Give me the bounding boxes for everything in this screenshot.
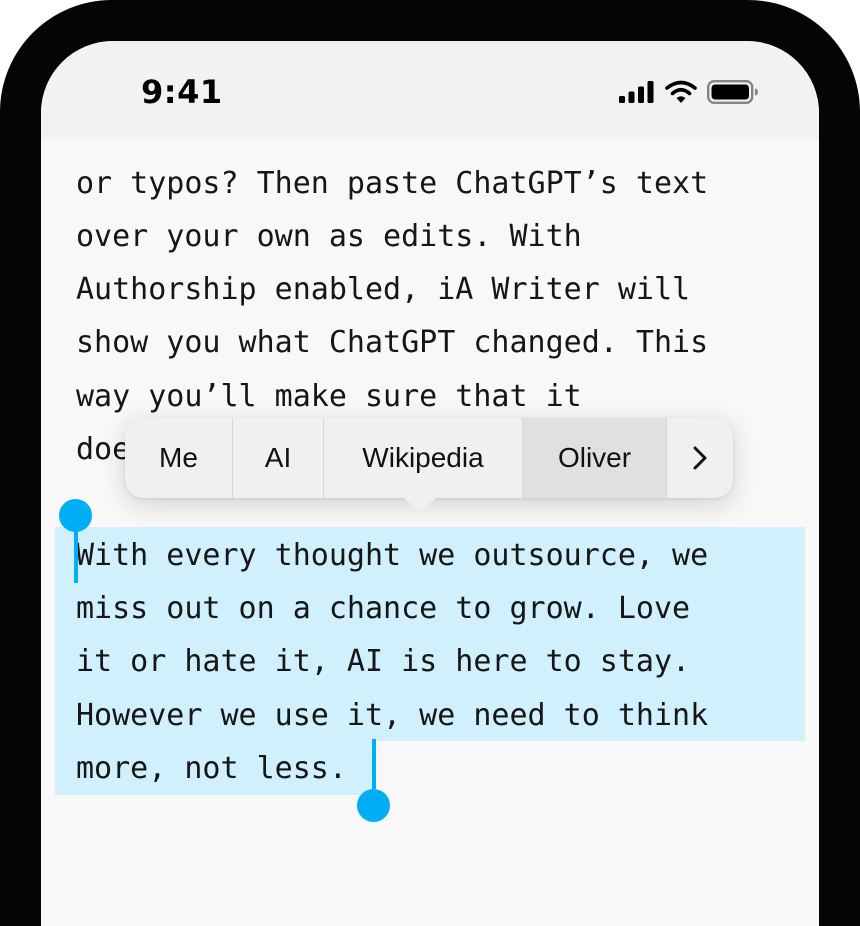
- menu-item-wikipedia[interactable]: Wikipedia: [324, 418, 523, 498]
- menu-item-me[interactable]: Me: [125, 418, 233, 498]
- selection-end-handle[interactable]: [357, 789, 390, 822]
- text-line: way you’ll make sure that it: [76, 379, 582, 414]
- selected-text-line: However we use it, we need to think: [76, 698, 709, 733]
- chevron-right-icon: [693, 446, 707, 470]
- battery-icon: [707, 80, 758, 104]
- status-icons: [619, 79, 759, 105]
- selection-end-caret: [372, 739, 376, 789]
- selected-text-line: miss out on a chance to grow. Love: [76, 591, 691, 626]
- text-line: or typos? Then paste ChatGPT’s text: [76, 166, 709, 201]
- wifi-icon: [665, 80, 697, 103]
- text-line: show you what ChatGPT changed. This: [76, 325, 709, 360]
- phone-screen: or typos? Then paste ChatGPT’s text over…: [41, 41, 819, 926]
- text-line: over your own as edits. With: [76, 219, 582, 254]
- selected-text-line: more, not less.: [76, 751, 347, 786]
- selection-start-handle[interactable]: [59, 499, 92, 532]
- text-line: Authorship enabled, iA Writer will: [76, 272, 691, 307]
- menu-item-ai[interactable]: AI: [233, 418, 324, 498]
- cellular-signal-icon: [619, 81, 654, 103]
- menu-more-button[interactable]: [667, 418, 733, 498]
- status-bar: 9:41: [41, 41, 819, 139]
- status-time: 9:41: [141, 73, 223, 111]
- authorship-context-menu: Me AI Wikipedia Oliver: [125, 418, 733, 512]
- selected-text-line: it or hate it, AI is here to stay.: [76, 644, 691, 679]
- menu-item-oliver[interactable]: Oliver: [523, 418, 667, 498]
- selected-text-line: With every thought we outsource, we: [76, 538, 709, 573]
